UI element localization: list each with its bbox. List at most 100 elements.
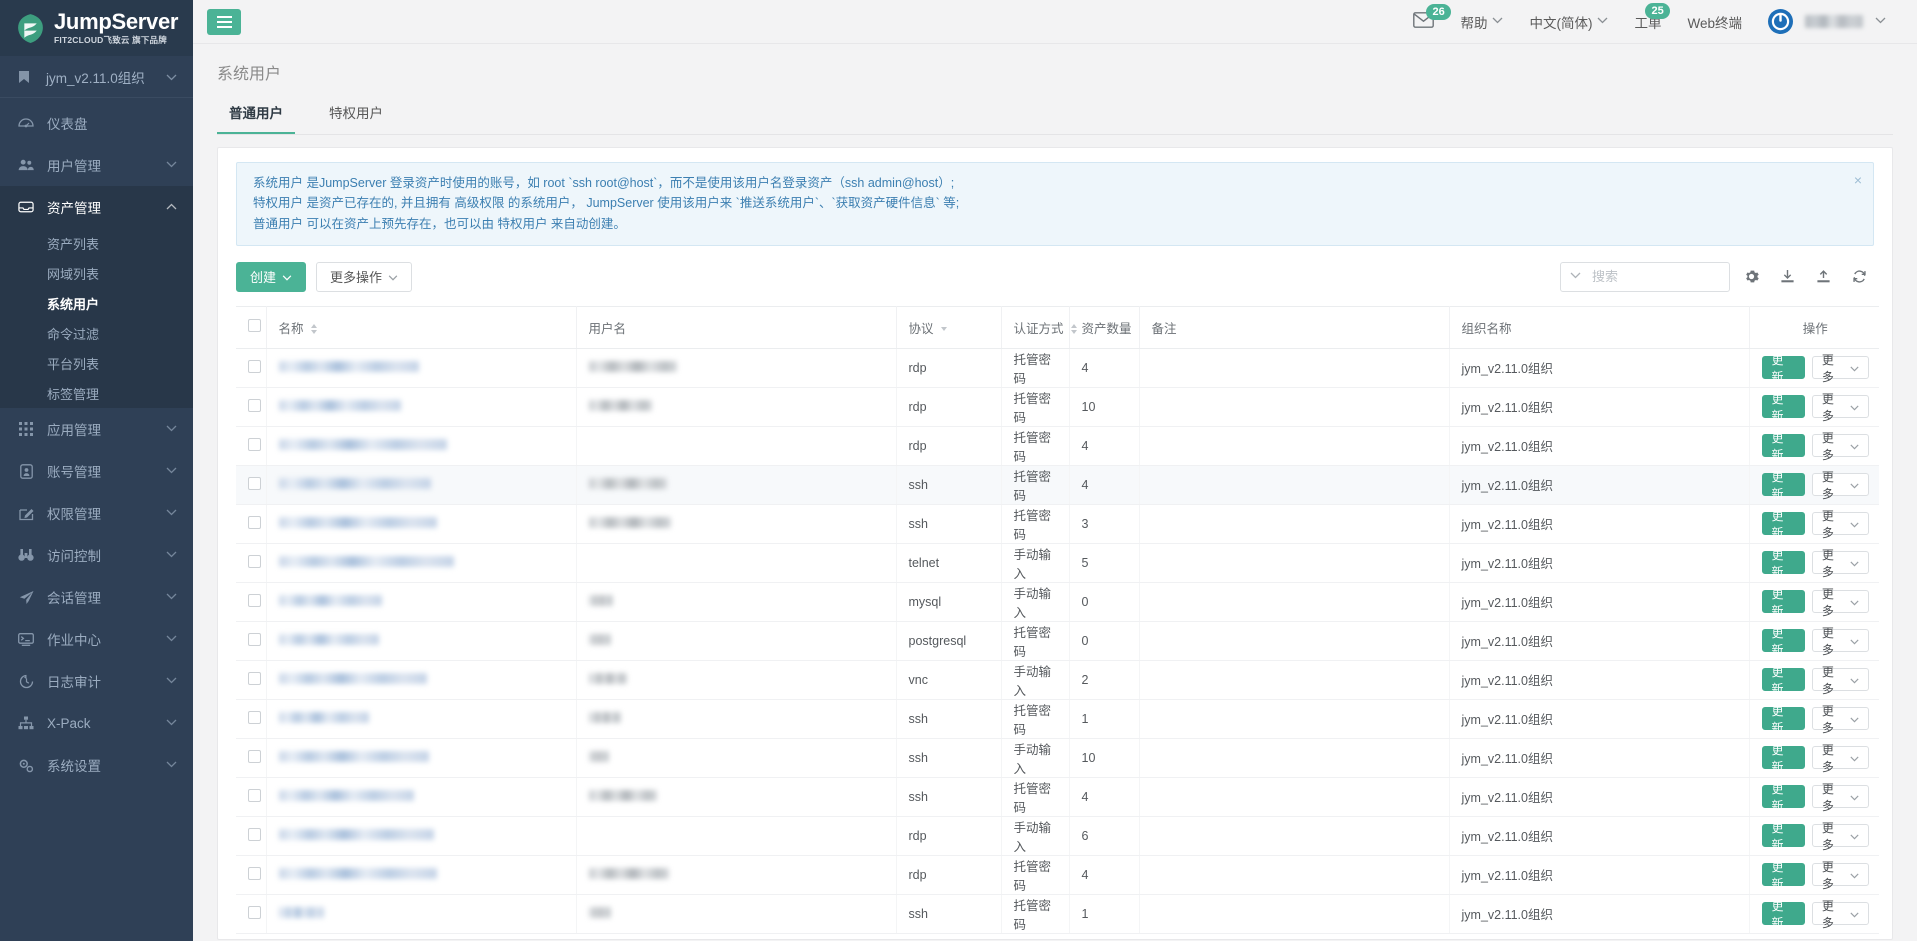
table-row[interactable]: telnet 手动输入 5 jym_v2.11.0组织 更新 更多 [236, 543, 1879, 583]
row-more-button[interactable]: 更多 [1811, 899, 1869, 930]
table-row[interactable]: postgresql 托管密码 0 jym_v2.11.0组织 更新 更多 [236, 621, 1879, 661]
org-selector[interactable]: jym_v2.11.0组织 [0, 56, 193, 98]
row-update-button[interactable]: 更新 [1761, 548, 1805, 579]
upload-icon[interactable] [1808, 262, 1838, 292]
row-more-button[interactable]: 更多 [1811, 860, 1869, 891]
cell-name[interactable] [266, 426, 577, 466]
row-update-button[interactable]: 更新 [1761, 821, 1805, 852]
language-menu[interactable]: 中文(简体) [1516, 0, 1621, 44]
row-update-button[interactable]: 更新 [1761, 860, 1805, 891]
sidebar-item-access-control[interactable]: 访问控制 [0, 534, 193, 576]
row-checkbox[interactable] [248, 476, 261, 490]
sidebar-item-permission-management[interactable]: 权限管理 [0, 492, 193, 534]
table-row[interactable]: ssh 托管密码 1 jym_v2.11.0组织 更新 更多 [236, 699, 1879, 739]
sidebar-item-account-management[interactable]: 账号管理 [0, 450, 193, 492]
table-row[interactable]: rdp 托管密码 4 jym_v2.11.0组织 更新 更多 [236, 348, 1879, 388]
column-header-name[interactable]: 名称 [266, 305, 577, 349]
row-update-button[interactable]: 更新 [1761, 743, 1805, 774]
table-row[interactable]: ssh 托管密码 3 jym_v2.11.0组织 更新 更多 [236, 504, 1879, 544]
cell-name[interactable] [266, 621, 577, 661]
row-update-button[interactable]: 更新 [1761, 509, 1805, 540]
tickets-button[interactable]: 工单 25 [1621, 0, 1674, 44]
table-row[interactable]: ssh 手动输入 10 jym_v2.11.0组织 更新 更多 [236, 738, 1879, 778]
row-checkbox[interactable] [248, 671, 261, 685]
column-header-auth-method[interactable]: 认证方式 [1001, 305, 1077, 349]
sidebar-item-job-center[interactable]: 作业中心 [0, 618, 193, 660]
hamburger-icon[interactable] [207, 8, 241, 35]
table-row[interactable]: mysql 手动输入 0 jym_v2.11.0组织 更新 更多 [236, 582, 1879, 622]
row-checkbox[interactable] [248, 398, 261, 412]
row-more-button[interactable]: 更多 [1811, 431, 1869, 462]
download-icon[interactable] [1772, 262, 1802, 292]
row-checkbox[interactable] [248, 632, 261, 646]
row-update-button[interactable]: 更新 [1761, 665, 1805, 696]
row-checkbox[interactable] [248, 905, 261, 919]
row-more-button[interactable]: 更多 [1811, 353, 1869, 384]
row-checkbox[interactable] [248, 554, 261, 568]
table-row[interactable]: rdp 手动输入 6 jym_v2.11.0组织 更新 更多 [236, 816, 1879, 856]
cell-name[interactable] [266, 348, 577, 388]
user-menu[interactable] [1755, 0, 1899, 44]
more-actions-button[interactable]: 更多操作 [316, 261, 413, 292]
cell-name[interactable] [266, 894, 577, 934]
search-input[interactable] [1590, 268, 1720, 286]
row-update-button[interactable]: 更新 [1761, 626, 1805, 657]
row-more-button[interactable]: 更多 [1811, 587, 1869, 618]
column-header-protocol[interactable]: 协议 [896, 305, 1002, 349]
help-menu[interactable]: 帮助 [1447, 0, 1516, 44]
sidebar-item-asset-list[interactable]: 资产列表 [0, 228, 193, 258]
sidebar-item-platform-list[interactable]: 平台列表 [0, 348, 193, 378]
close-icon[interactable]: × [1854, 169, 1862, 192]
row-more-button[interactable]: 更多 [1811, 704, 1869, 735]
sidebar-item-user-management[interactable]: 用户管理 [0, 144, 193, 186]
row-update-button[interactable]: 更新 [1761, 704, 1805, 735]
table-row[interactable]: vnc 手动输入 2 jym_v2.11.0组织 更新 更多 [236, 660, 1879, 700]
brand-header[interactable]: JumpServer FIT2CLOUD飞致云 旗下品牌 [0, 0, 193, 56]
row-more-button[interactable]: 更多 [1811, 782, 1869, 813]
select-all-checkbox[interactable] [248, 319, 261, 333]
row-checkbox[interactable] [248, 359, 261, 373]
row-more-button[interactable]: 更多 [1811, 665, 1869, 696]
web-terminal-button[interactable]: Web终端 [1674, 0, 1755, 44]
row-more-button[interactable]: 更多 [1811, 470, 1869, 501]
sidebar-item-application-management[interactable]: 应用管理 [0, 408, 193, 450]
table-row[interactable]: ssh 托管密码 1 jym_v2.11.0组织 更新 更多 [236, 894, 1879, 934]
table-row[interactable]: rdp 托管密码 4 jym_v2.11.0组织 更新 更多 [236, 426, 1879, 466]
row-update-button[interactable]: 更新 [1761, 782, 1805, 813]
row-checkbox[interactable] [248, 437, 261, 451]
sidebar-item-label-management[interactable]: 标签管理 [0, 378, 193, 408]
chevron-down-icon[interactable] [1570, 271, 1581, 282]
sidebar-item-log-audit[interactable]: 日志审计 [0, 660, 193, 702]
tab-normal-users[interactable]: 普通用户 [217, 96, 295, 134]
sidebar-item-system-users[interactable]: 系统用户 [0, 288, 193, 318]
row-more-button[interactable]: 更多 [1811, 626, 1869, 657]
chevron-down-icon[interactable] [941, 327, 947, 332]
row-update-button[interactable]: 更新 [1761, 392, 1805, 423]
cell-name[interactable] [266, 777, 577, 817]
sidebar-item-x-pack[interactable]: X-Pack [0, 702, 193, 744]
mail-button[interactable]: 26 [1400, 0, 1451, 44]
row-checkbox[interactable] [248, 710, 261, 724]
cell-name[interactable] [266, 582, 577, 622]
row-more-button[interactable]: 更多 [1811, 509, 1869, 540]
sidebar-item-asset-management[interactable]: 资产管理 [0, 186, 193, 228]
row-update-button[interactable]: 更新 [1761, 353, 1805, 384]
row-update-button[interactable]: 更新 [1761, 470, 1805, 501]
search-box[interactable] [1560, 261, 1730, 292]
row-checkbox[interactable] [248, 788, 261, 802]
sidebar-item-domain-list[interactable]: 网域列表 [0, 258, 193, 288]
sidebar-item-system-settings[interactable]: 系统设置 [0, 744, 193, 786]
cell-name[interactable] [266, 504, 577, 544]
cell-name[interactable] [266, 387, 577, 427]
row-checkbox[interactable] [248, 827, 261, 841]
cell-name[interactable] [266, 816, 577, 856]
cell-name[interactable] [266, 465, 577, 505]
refresh-icon[interactable] [1844, 262, 1874, 292]
cell-name[interactable] [266, 855, 577, 895]
create-button[interactable]: 创建 [236, 261, 307, 292]
row-checkbox[interactable] [248, 593, 261, 607]
cell-name[interactable] [266, 738, 577, 778]
row-checkbox[interactable] [248, 749, 261, 763]
row-checkbox[interactable] [248, 515, 261, 529]
sort-icon[interactable] [1071, 324, 1077, 335]
